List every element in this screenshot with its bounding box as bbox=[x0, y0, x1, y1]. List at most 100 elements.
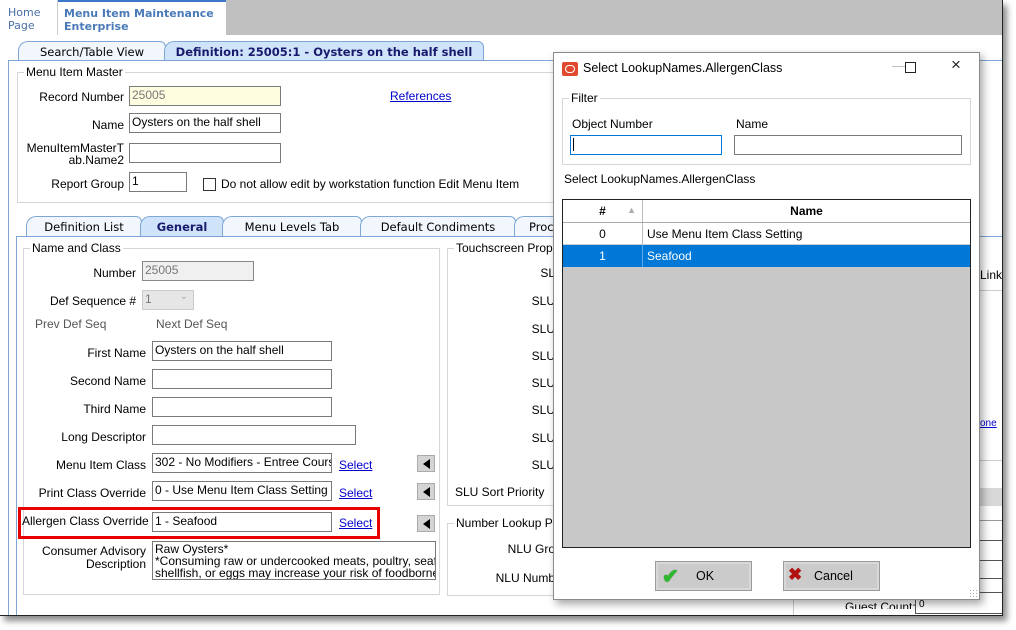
ok-button[interactable]: ✔ OK bbox=[655, 561, 752, 591]
nlu-group-label: NLU Gro bbox=[507, 542, 555, 556]
def-sequence-label: Def Sequence # bbox=[49, 294, 136, 308]
tab-menu-levels[interactable]: Menu Levels Tab bbox=[222, 216, 362, 236]
name-label: Name bbox=[91, 118, 124, 132]
object-number-label: Object Number bbox=[572, 117, 653, 131]
sort-ascending-icon: ▲ bbox=[627, 205, 636, 215]
menu-item-class-field[interactable]: 302 - No Modifiers - Entree Course - H bbox=[152, 453, 332, 473]
slu-label-7: SLU bbox=[531, 431, 555, 445]
name-and-class-legend: Name and Class bbox=[32, 241, 121, 255]
column-header-name[interactable]: Name bbox=[643, 200, 970, 222]
right-divider-4 bbox=[980, 540, 1002, 541]
grid-cell-name: Seafood bbox=[647, 249, 692, 263]
name-field[interactable]: Oysters on the half shell bbox=[129, 113, 281, 133]
allergen-class-grid: # ▲ Name 0 Use Menu Item Class Setting 1… bbox=[562, 199, 971, 548]
touchscreen-legend: Touchscreen Propert bbox=[456, 241, 567, 255]
right-divider-6 bbox=[980, 578, 1002, 579]
consumer-advisory-textarea[interactable]: Raw Oysters* *Consuming raw or undercook… bbox=[152, 541, 436, 580]
second-name-field[interactable] bbox=[152, 369, 332, 389]
record-number-label: Record Number bbox=[39, 90, 124, 104]
tab-search-table-view[interactable]: Search/Table View bbox=[18, 41, 166, 60]
slu-label-4: SLU bbox=[531, 349, 555, 363]
second-name-label: Second Name bbox=[69, 374, 146, 388]
slu-label-8: SLU bbox=[531, 458, 555, 472]
home-page-tab[interactable]: Home Page bbox=[0, 0, 58, 35]
nlu-number-label: NLU Numb bbox=[495, 571, 555, 585]
third-name-field[interactable] bbox=[152, 397, 332, 417]
select-allergen-class-dialog: Select LookupNames.AllergenClass — × Fil… bbox=[553, 52, 980, 600]
dialog-title: Select LookupNames.AllergenClass bbox=[583, 61, 783, 75]
allergen-class-field[interactable]: 1 - Seafood bbox=[152, 512, 332, 532]
column-header-number-label: # bbox=[599, 204, 606, 218]
def-sequence-value: 1 bbox=[145, 292, 152, 306]
close-icon[interactable]: × bbox=[941, 55, 971, 77]
consumer-advisory-label-line2: Description bbox=[85, 557, 146, 571]
tab-general[interactable]: General bbox=[140, 216, 224, 236]
right-partial-link[interactable]: one bbox=[980, 418, 997, 429]
long-descriptor-field[interactable] bbox=[152, 425, 356, 445]
mim-tab-label-1: Menu Item Maintenance bbox=[64, 7, 214, 20]
allergen-class-select-link[interactable]: Select bbox=[339, 516, 372, 530]
grid-row-selected[interactable]: 1 Seafood bbox=[563, 245, 970, 267]
mim-tab-label-2: Enterprise bbox=[64, 20, 129, 33]
number-label: Number bbox=[93, 266, 136, 280]
next-def-seq-link: Next Def Seq bbox=[156, 317, 228, 331]
home-tab-label-2: Page bbox=[8, 19, 35, 32]
x-mark-icon: ✖ bbox=[788, 565, 803, 584]
cancel-button[interactable]: ✖ Cancel bbox=[783, 561, 880, 591]
checkmark-icon: ✔ bbox=[662, 566, 679, 588]
object-number-input[interactable] bbox=[570, 135, 722, 155]
prev-def-seq-link: Prev Def Seq bbox=[35, 317, 107, 331]
print-class-field[interactable]: 0 - Use Menu Item Class Setting bbox=[152, 481, 332, 501]
no-edit-checkbox[interactable] bbox=[203, 178, 216, 191]
tab-default-condiments[interactable]: Default Condiments bbox=[360, 216, 516, 236]
allergen-class-label: Allergen Class Override bbox=[22, 514, 149, 528]
grid-cell-number: 0 bbox=[563, 223, 643, 245]
allergen-class-arrow-left-icon[interactable] bbox=[417, 515, 435, 532]
menu-item-master-legend: Menu Item Master bbox=[26, 65, 123, 79]
text-cursor bbox=[573, 138, 574, 152]
consumer-advisory-line3: shellfish, or eggs may increase your ris… bbox=[155, 566, 436, 580]
name-filter-input[interactable] bbox=[734, 135, 962, 155]
third-name-label: Third Name bbox=[83, 402, 146, 416]
right-divider-1 bbox=[980, 290, 1002, 291]
name2-field[interactable] bbox=[129, 143, 281, 163]
top-tab-bar: Home Page Menu Item Maintenance Enterpri… bbox=[0, 0, 1002, 35]
name2-label: MenuItemMasterT ab.Name2 bbox=[20, 142, 124, 166]
slu-sort-priority-label: SLU Sort Priority bbox=[455, 485, 545, 499]
resize-grip-icon[interactable] bbox=[969, 589, 977, 597]
grid-header-row: # ▲ Name bbox=[563, 200, 970, 223]
chevron-down-icon: ⌄ bbox=[179, 291, 188, 302]
report-group-field[interactable]: 1 bbox=[129, 172, 187, 192]
grid-cell-name: Use Menu Item Class Setting bbox=[647, 227, 803, 241]
menu-item-class-select-link[interactable]: Select bbox=[339, 458, 372, 472]
tab-definition-list[interactable]: Definition List bbox=[26, 216, 142, 236]
link-label: Link bbox=[980, 268, 1003, 282]
record-number-field[interactable]: 25005 bbox=[129, 86, 281, 106]
first-name-label: First Name bbox=[87, 346, 146, 360]
report-group-label: Report Group bbox=[51, 177, 124, 191]
right-divider-5 bbox=[980, 560, 1002, 561]
menu-item-class-arrow-left-icon[interactable] bbox=[417, 455, 435, 472]
no-edit-checkbox-label: Do not allow edit by workstation functio… bbox=[221, 177, 520, 191]
print-class-arrow-left-icon[interactable] bbox=[417, 483, 435, 500]
print-class-label: Print Class Override bbox=[38, 486, 146, 500]
print-class-select-link[interactable]: Select bbox=[339, 486, 372, 500]
slu-label-3: SLU bbox=[531, 322, 555, 336]
maximize-icon[interactable] bbox=[895, 57, 925, 79]
name-filter-label: Name bbox=[736, 117, 769, 131]
column-header-number[interactable]: # ▲ bbox=[563, 200, 643, 222]
first-name-field[interactable]: Oysters on the half shell bbox=[152, 341, 332, 361]
right-divider-2 bbox=[980, 460, 1002, 461]
grid-row[interactable]: 0 Use Menu Item Class Setting bbox=[563, 223, 970, 245]
grid-caption: Select LookupNames.AllergenClass bbox=[564, 172, 756, 186]
slu-label-1: SL bbox=[540, 266, 555, 280]
menu-item-class-label: Menu Item Class bbox=[55, 458, 146, 472]
tab-definition[interactable]: Definition: 25005:1 - Oysters on the hal… bbox=[164, 41, 484, 60]
oracle-logo-icon bbox=[562, 62, 578, 76]
right-grey-bar bbox=[980, 488, 1002, 506]
menu-item-maintenance-tab[interactable]: Menu Item Maintenance Enterprise bbox=[58, 0, 226, 35]
references-link[interactable]: References bbox=[390, 89, 451, 103]
cancel-button-label: Cancel bbox=[814, 569, 853, 583]
consumer-advisory-label: Consumer Advisory Description bbox=[30, 545, 146, 571]
slu-label-6: SLU bbox=[531, 403, 555, 417]
